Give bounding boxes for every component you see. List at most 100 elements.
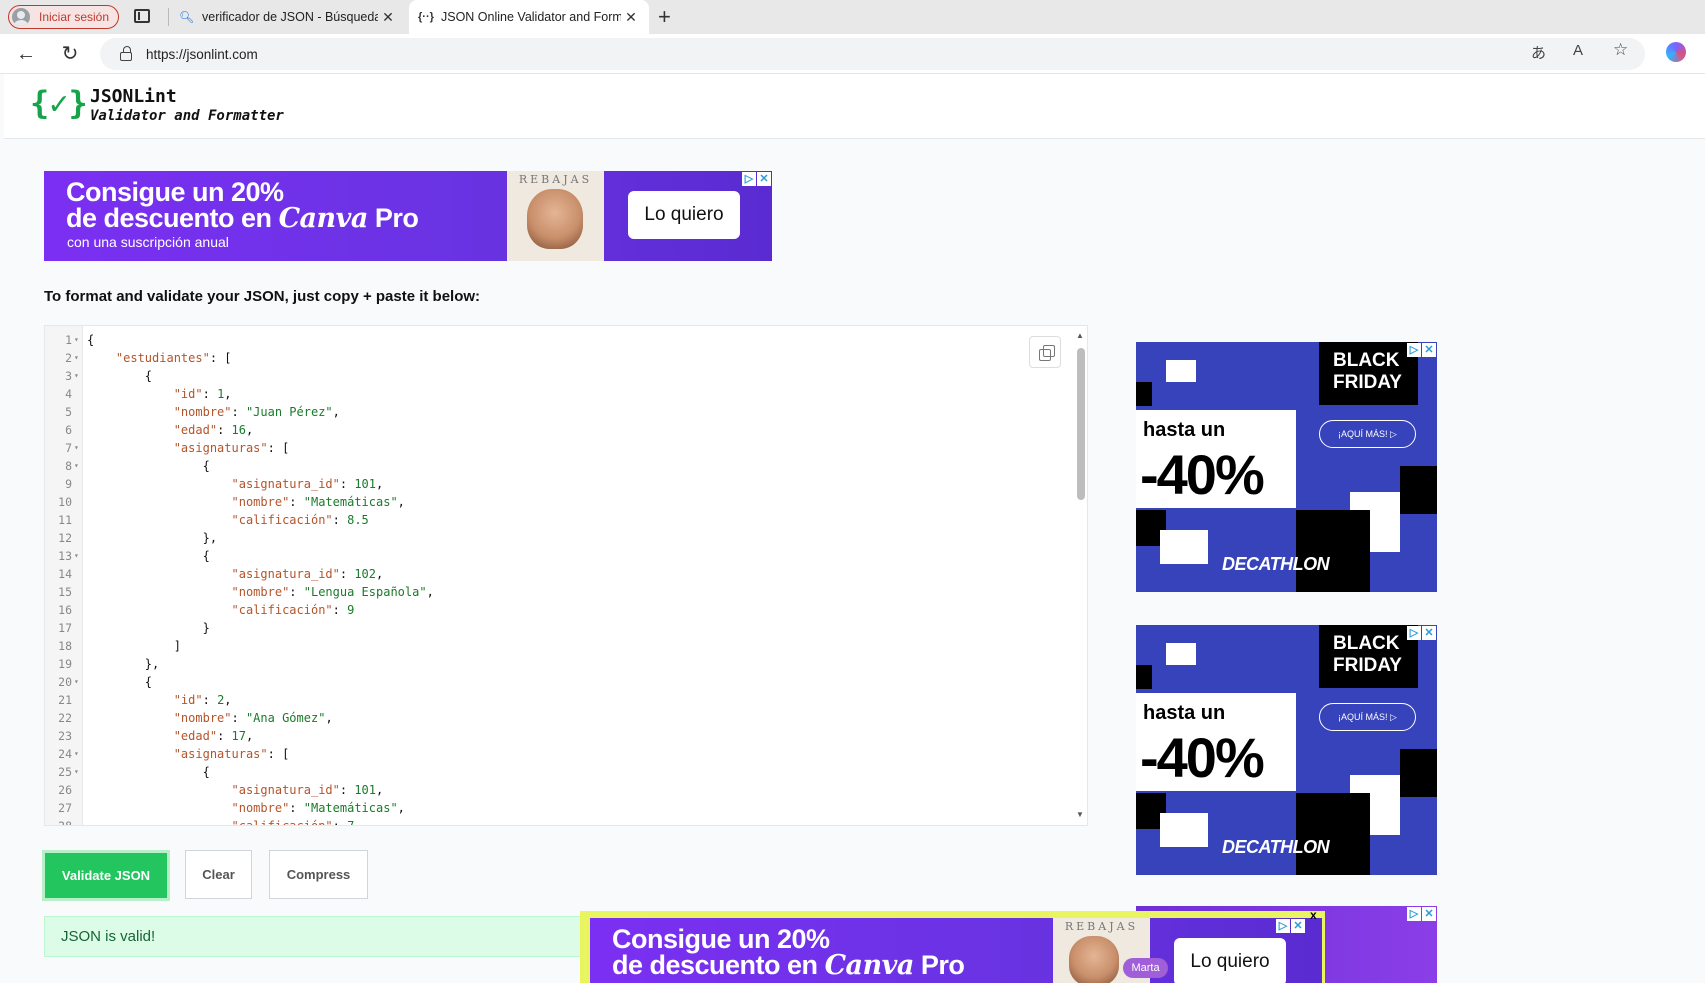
clear-button[interactable]: Clear <box>185 850 252 899</box>
ad-close-icon[interactable]: ✕ <box>1422 907 1436 921</box>
fold-arrow-icon[interactable]: ▾ <box>74 349 82 367</box>
fold-arrow-icon[interactable]: ▾ <box>74 745 82 763</box>
site-title[interactable]: JSONLint <box>90 86 177 107</box>
code-line[interactable]: 11 "calificación": 8.5 <box>45 511 1045 529</box>
compress-button[interactable]: Compress <box>269 850 368 899</box>
tab-search[interactable]: 🔍︎ verificador de JSON - Búsqueda ✕ <box>170 0 406 34</box>
tab-actions-icon[interactable] <box>134 9 150 23</box>
code-text: "edad": 16, <box>173 423 254 437</box>
jsonlint-logo-icon[interactable]: {✓} <box>30 84 88 122</box>
sticky-ad-close-icon[interactable]: x <box>1310 908 1317 922</box>
fold-arrow-icon[interactable]: ▾ <box>74 439 82 457</box>
code-line[interactable]: 1 ▾ { <box>45 331 1045 349</box>
scroll-up-arrow-icon[interactable]: ▲ <box>1076 331 1084 340</box>
code-line[interactable]: 16 "calificación": 9 <box>45 601 1045 619</box>
url-input[interactable] <box>146 46 746 62</box>
ad-choices[interactable]: ▷ ✕ <box>1407 907 1436 921</box>
code-line[interactable]: 14 "asignatura_id": 102, <box>45 565 1045 583</box>
line-number: 7 <box>65 441 72 455</box>
code-line[interactable]: 3 ▾ { <box>45 367 1045 385</box>
editor-code[interactable]: 1 ▾{2 ▾ "estudiantes": [3 ▾ {4 "id": 1, 5 "n… <box>45 331 1045 825</box>
reload-icon[interactable]: ↻ <box>58 42 82 66</box>
ad-choices[interactable]: ▷ ✕ <box>1276 919 1305 933</box>
fold-arrow-icon[interactable]: ▾ <box>74 331 82 349</box>
ad-deco-block <box>1166 360 1196 382</box>
code-line[interactable]: 24 ▾ "asignaturas": [ <box>45 745 1045 763</box>
ad-aqui-button[interactable]: ¡AQUÍ MÁS! ▷ <box>1319 420 1416 448</box>
code-line[interactable]: 13 ▾ { <box>45 547 1045 565</box>
ad-cta-button[interactable]: Lo quiero <box>628 191 740 239</box>
ad-close-icon[interactable]: ✕ <box>1422 343 1436 357</box>
editor-scrollbar[interactable]: ▲ ▼ <box>1073 326 1087 825</box>
ad-choices[interactable]: ▷ ✕ <box>1407 626 1436 640</box>
ad-close-icon[interactable]: ✕ <box>1291 919 1305 933</box>
marta-badge: Marta <box>1123 958 1168 978</box>
adchoices-icon[interactable]: ▷ <box>742 172 756 186</box>
code-line[interactable]: 12 }, <box>45 529 1045 547</box>
copilot-icon[interactable] <box>1666 42 1686 62</box>
adchoices-icon[interactable]: ▷ <box>1407 907 1421 921</box>
lock-icon <box>120 45 132 61</box>
code-line[interactable]: 2 ▾ "estudiantes": [ <box>45 349 1045 367</box>
decathlon-ad-2[interactable]: BLACK FRIDAY hasta un -40% ¡AQUÍ MÁS! ▷ D… <box>1136 625 1437 875</box>
code-line[interactable]: 27 "nombre": "Matemáticas", <box>45 799 1045 817</box>
scroll-down-arrow-icon[interactable]: ▼ <box>1076 810 1084 819</box>
profile-button[interactable]: Iniciar sesión <box>8 5 119 29</box>
validate-json-button[interactable]: Validate JSON <box>42 850 170 901</box>
scroll-thumb[interactable] <box>1077 348 1085 500</box>
line-number: 24 <box>58 747 72 761</box>
canva-ad-top[interactable]: Consigue un 20% de descuento en Canva Pr… <box>44 171 772 261</box>
read-aloud-icon[interactable]: A <box>1573 42 1583 59</box>
code-text: { <box>87 369 153 383</box>
code-line[interactable]: 28 "calificación": 7 <box>45 817 1045 825</box>
ad-cta-button[interactable]: Lo quiero <box>1174 938 1286 983</box>
close-tab-icon[interactable]: ✕ <box>621 9 641 26</box>
code-line[interactable]: 9 "asignatura_id": 101, <box>45 475 1045 493</box>
code-line[interactable]: 23 "edad": 17, <box>45 727 1045 745</box>
code-line[interactable]: 18 ] <box>45 637 1045 655</box>
json-editor[interactable]: 1 ▾{2 ▾ "estudiantes": [3 ▾ {4 "id": 1, 5 "n… <box>44 325 1088 826</box>
copy-icon[interactable] <box>1029 336 1061 368</box>
ad-close-icon[interactable]: ✕ <box>757 172 771 186</box>
code-line[interactable]: 19 }, <box>45 655 1045 673</box>
fold-arrow-icon[interactable]: ▾ <box>74 673 82 691</box>
address-bar[interactable] <box>100 38 1645 70</box>
code-line[interactable]: 5 "nombre": "Juan Pérez", <box>45 403 1045 421</box>
ad-close-icon[interactable]: ✕ <box>1422 626 1436 640</box>
code-line[interactable]: 25 ▾ { <box>45 763 1045 781</box>
adchoices-icon[interactable]: ▷ <box>1407 626 1421 640</box>
code-line[interactable]: 7 ▾ "asignaturas": [ <box>45 439 1045 457</box>
back-arrow-icon[interactable]: ← <box>14 42 38 66</box>
adchoices-icon[interactable]: ▷ <box>1407 343 1421 357</box>
translate-icon[interactable]: あ <box>1531 42 1546 63</box>
code-line[interactable]: 21 "id": 2, <box>45 691 1045 709</box>
code-line[interactable]: 15 "nombre": "Lengua Española", <box>45 583 1045 601</box>
decathlon-ad-1[interactable]: BLACK FRIDAY hasta un -40% ¡AQUÍ MÁS! ▷ D… <box>1136 342 1437 592</box>
code-line[interactable]: 8 ▾ { <box>45 457 1045 475</box>
code-line[interactable]: 10 "nombre": "Matemáticas", <box>45 493 1045 511</box>
code-line[interactable]: 26 "asignatura_id": 101, <box>45 781 1045 799</box>
page: {✓} JSONLint Validator and Formatter Con… <box>0 74 1705 983</box>
ad-aqui-button[interactable]: ¡AQUÍ MÁS! ▷ <box>1319 703 1416 731</box>
code-line[interactable]: 17 } <box>45 619 1045 637</box>
code-line[interactable]: 4 "id": 1, <box>45 385 1045 403</box>
code-line[interactable]: 20 ▾ { <box>45 673 1045 691</box>
close-tab-icon[interactable]: ✕ <box>378 9 398 26</box>
ad-choices[interactable]: ▷ ✕ <box>742 172 771 186</box>
code-text: "nombre": "Ana Gómez", <box>173 711 333 725</box>
fold-arrow-icon[interactable]: ▾ <box>74 457 82 475</box>
fold-arrow-icon[interactable]: ▾ <box>74 367 82 385</box>
ad-choices[interactable]: ▷ ✕ <box>1407 343 1436 357</box>
favorite-star-icon[interactable]: ☆ <box>1613 40 1628 60</box>
code-line[interactable]: 22 "nombre": "Ana Gómez", <box>45 709 1045 727</box>
fold-arrow-icon[interactable]: ▾ <box>74 763 82 781</box>
tab-jsonlint[interactable]: {··} JSON Online Validator and Forma ✕ <box>409 0 649 34</box>
adchoices-icon[interactable]: ▷ <box>1276 919 1290 933</box>
new-tab-button[interactable]: + <box>658 4 671 30</box>
fold-arrow-icon[interactable]: ▾ <box>74 547 82 565</box>
code-line[interactable]: 6 "edad": 16, <box>45 421 1045 439</box>
site-subtitle: Validator and Formatter <box>90 108 284 124</box>
canva-ad-sticky[interactable]: Consigue un 20% de descuento en Canva Pr… <box>590 918 1322 983</box>
code-text: { <box>87 549 210 563</box>
line-number: 25 <box>58 765 72 779</box>
